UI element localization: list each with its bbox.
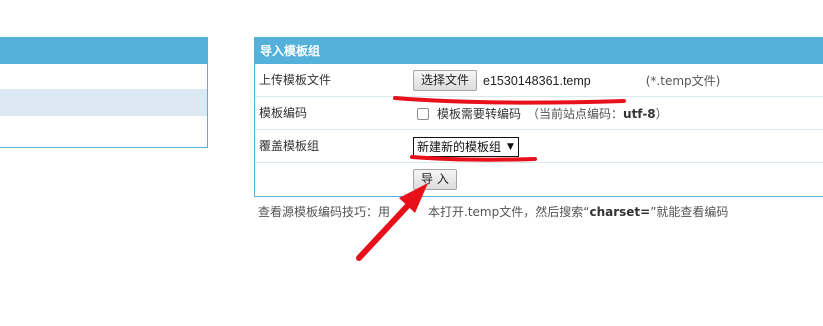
convert-encoding-checkbox[interactable]	[417, 107, 429, 120]
site-encoding-note: （当前站点编码：utf-8）	[527, 105, 668, 122]
help-keyword: charset=	[589, 205, 651, 219]
overwrite-row: 覆盖模板组 新建新的模板组 ▼	[255, 130, 823, 163]
help-prefix: 查看源模板编码技巧：用	[258, 205, 391, 219]
left-panel-row-highlighted[interactable]	[0, 90, 207, 116]
help-suffix: ”就能查看编码	[650, 205, 729, 219]
import-template-panel: 导入模板组 上传模板文件 选择文件 e1530148361.temp (*.te…	[254, 37, 823, 197]
site-encoding-prefix: （当前站点编码：	[527, 107, 624, 121]
left-panel-row[interactable]	[0, 116, 207, 142]
encoding-field: 模板需要转编码 （当前站点编码：utf-8）	[413, 97, 668, 130]
encoding-row: 模板编码 模板需要转编码 （当前站点编码：utf-8）	[255, 97, 823, 130]
upload-label: 上传模板文件	[259, 73, 332, 87]
selected-file-name: e1530148361.temp	[483, 73, 591, 88]
encoding-label: 模板编码	[259, 106, 308, 120]
convert-encoding-label[interactable]: 模板需要转编码	[437, 105, 521, 122]
import-button[interactable]: 导 入	[413, 169, 457, 190]
overwrite-label: 覆盖模板组	[259, 139, 320, 153]
upload-row: 上传模板文件 选择文件 e1530148361.temp (*.temp文件)	[255, 64, 823, 97]
site-encoding-value: utf-8	[623, 107, 656, 121]
overwrite-template-select[interactable]: 新建新的模板组 ▼	[413, 136, 519, 157]
panel-title: 导入模板组	[255, 38, 823, 64]
choose-file-button[interactable]: 选择文件	[413, 70, 478, 91]
import-row: 导 入	[255, 163, 823, 196]
help-middle: 本打开.temp文件，然后搜索“	[428, 205, 590, 219]
dropdown-arrow-icon: ▼	[507, 141, 514, 152]
overwrite-field: 新建新的模板组 ▼	[413, 130, 519, 163]
import-field: 导 入	[413, 163, 457, 196]
overwrite-selected-value: 新建新的模板组	[417, 140, 502, 154]
left-panel-header	[0, 38, 207, 64]
left-panel-row[interactable]	[0, 64, 207, 90]
left-panel-fragment	[0, 37, 208, 148]
file-type-hint: (*.temp文件)	[645, 74, 721, 88]
upload-field: 选择文件 e1530148361.temp (*.temp文件)	[413, 64, 720, 97]
encoding-help-note: 查看源模板编码技巧：用 本打开.temp文件，然后搜索“charset=”就能查看…	[258, 203, 728, 220]
site-encoding-suffix: ）	[655, 107, 668, 121]
